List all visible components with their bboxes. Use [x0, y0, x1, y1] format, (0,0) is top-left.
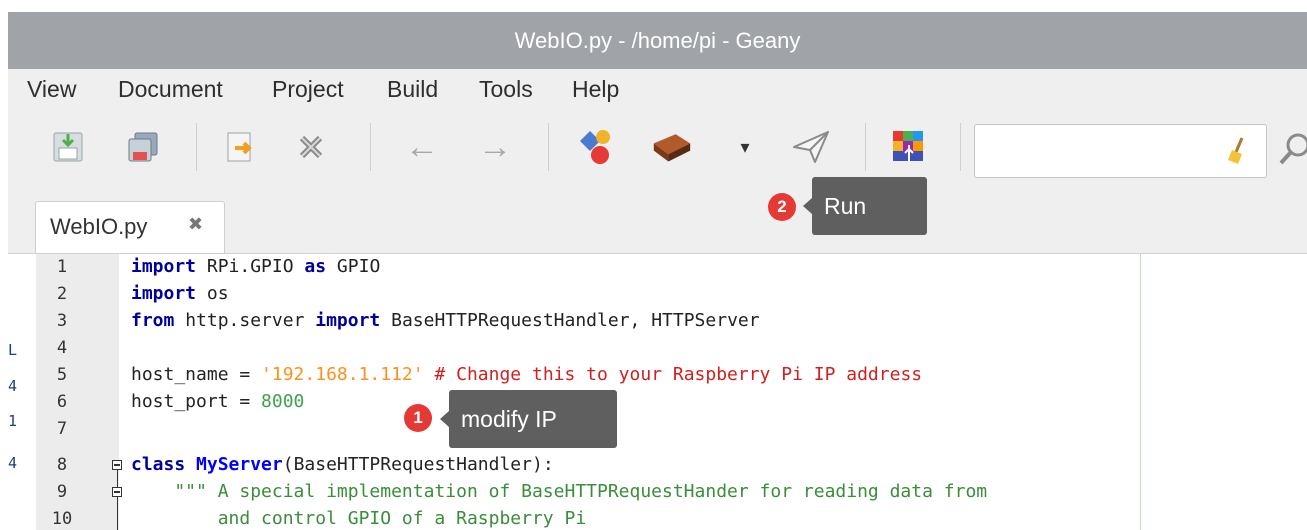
- annotation-badge: 1: [404, 404, 432, 432]
- tab-bar: WebIO.py ✖: [8, 193, 1307, 254]
- forward-arrow-icon[interactable]: →: [475, 127, 515, 167]
- clear-search-icon[interactable]: [1226, 136, 1252, 171]
- menu-project[interactable]: Project: [272, 76, 344, 103]
- line-number: 9: [56, 482, 68, 502]
- code-line-8: class MyServer(BaseHTTPRequestHandler):: [131, 454, 554, 475]
- line-number: 10: [51, 509, 73, 529]
- menu-build[interactable]: Build: [387, 76, 438, 103]
- fold-line: [117, 497, 118, 530]
- margin-marker: 1: [8, 412, 18, 430]
- menu-bar: View Document Project Build Tools Help: [8, 69, 1307, 115]
- line-number: 4: [56, 338, 68, 358]
- revert-icon[interactable]: [220, 127, 260, 167]
- margin-marker: L: [8, 341, 18, 359]
- toolbar-separator: [865, 123, 866, 171]
- compile-icon[interactable]: [576, 127, 616, 167]
- close-tab-icon[interactable]: ✖: [188, 214, 203, 235]
- tooltip-label: modify IP: [461, 406, 557, 432]
- line-number-gutter: 1 2 3 4 5 6 7 8 9 10: [36, 254, 119, 530]
- tooltip-label: Run: [824, 193, 867, 219]
- long-line-marker: [1140, 254, 1141, 530]
- color-chooser-icon[interactable]: [889, 127, 929, 167]
- code-editor[interactable]: L 4 1 4 1 2 3 4 5 6 7 8 9 10 import RPi.…: [8, 254, 1307, 530]
- line-number: 6: [56, 392, 68, 412]
- toolbar-separator: [370, 123, 371, 171]
- code-line-10: and control GPIO of a Raspberry Pi: [131, 508, 587, 529]
- menu-view[interactable]: View: [27, 76, 76, 103]
- fold-line: [117, 470, 118, 487]
- margin-marker: 4: [8, 454, 18, 472]
- code-line-6: host_port = 8000: [131, 391, 305, 412]
- code-line-3: from http.server import BaseHTTPRequestH…: [131, 310, 760, 331]
- code-line-1: import RPi.GPIO as GPIO: [131, 256, 381, 277]
- margin-marker: 4: [8, 377, 18, 395]
- menu-document[interactable]: Document: [118, 76, 223, 103]
- line-number: 1: [56, 257, 68, 277]
- line-number: 8: [56, 455, 68, 475]
- fold-toggle-icon[interactable]: [112, 487, 122, 497]
- run-icon[interactable]: [791, 127, 831, 167]
- tab-webio[interactable]: WebIO.py ✖: [35, 201, 225, 253]
- line-number: 2: [56, 284, 68, 304]
- build-dropdown-icon[interactable]: ▾: [725, 127, 765, 167]
- code-line-5: host_name = '192.168.1.112' # Change thi…: [131, 364, 923, 385]
- run-tooltip: Run: [803, 177, 927, 235]
- fold-toggle-icon[interactable]: [112, 460, 122, 470]
- save-icon[interactable]: [48, 127, 88, 167]
- search-field[interactable]: [974, 124, 1267, 178]
- toolbar-separator: [960, 123, 961, 171]
- menu-tools[interactable]: Tools: [479, 76, 533, 103]
- title-bar: WebIO.py - /home/pi - Geany: [8, 12, 1307, 69]
- toolbar-separator: [196, 123, 197, 171]
- modify-ip-tooltip: modify IP: [440, 390, 617, 448]
- annotation-badge: 2: [768, 193, 796, 221]
- back-arrow-icon[interactable]: ←: [402, 127, 442, 167]
- close-file-icon[interactable]: [291, 127, 331, 167]
- code-line-9: """ A special implementation of BaseHTTP…: [131, 481, 988, 502]
- search-icon[interactable]: [1275, 129, 1307, 169]
- code-line-2: import os: [131, 283, 229, 304]
- line-number: 7: [56, 419, 68, 439]
- menu-help[interactable]: Help: [572, 76, 619, 103]
- window-title: WebIO.py - /home/pi - Geany: [514, 28, 801, 53]
- build-icon[interactable]: [652, 127, 692, 167]
- line-number: 3: [56, 311, 68, 331]
- toolbar-separator: [548, 123, 549, 171]
- tab-label: WebIO.py: [50, 214, 148, 239]
- line-number: 5: [56, 365, 68, 385]
- search-input[interactable]: [983, 131, 1217, 173]
- toolbar: ← → ▾: [8, 115, 1307, 193]
- save-all-icon[interactable]: [123, 127, 163, 167]
